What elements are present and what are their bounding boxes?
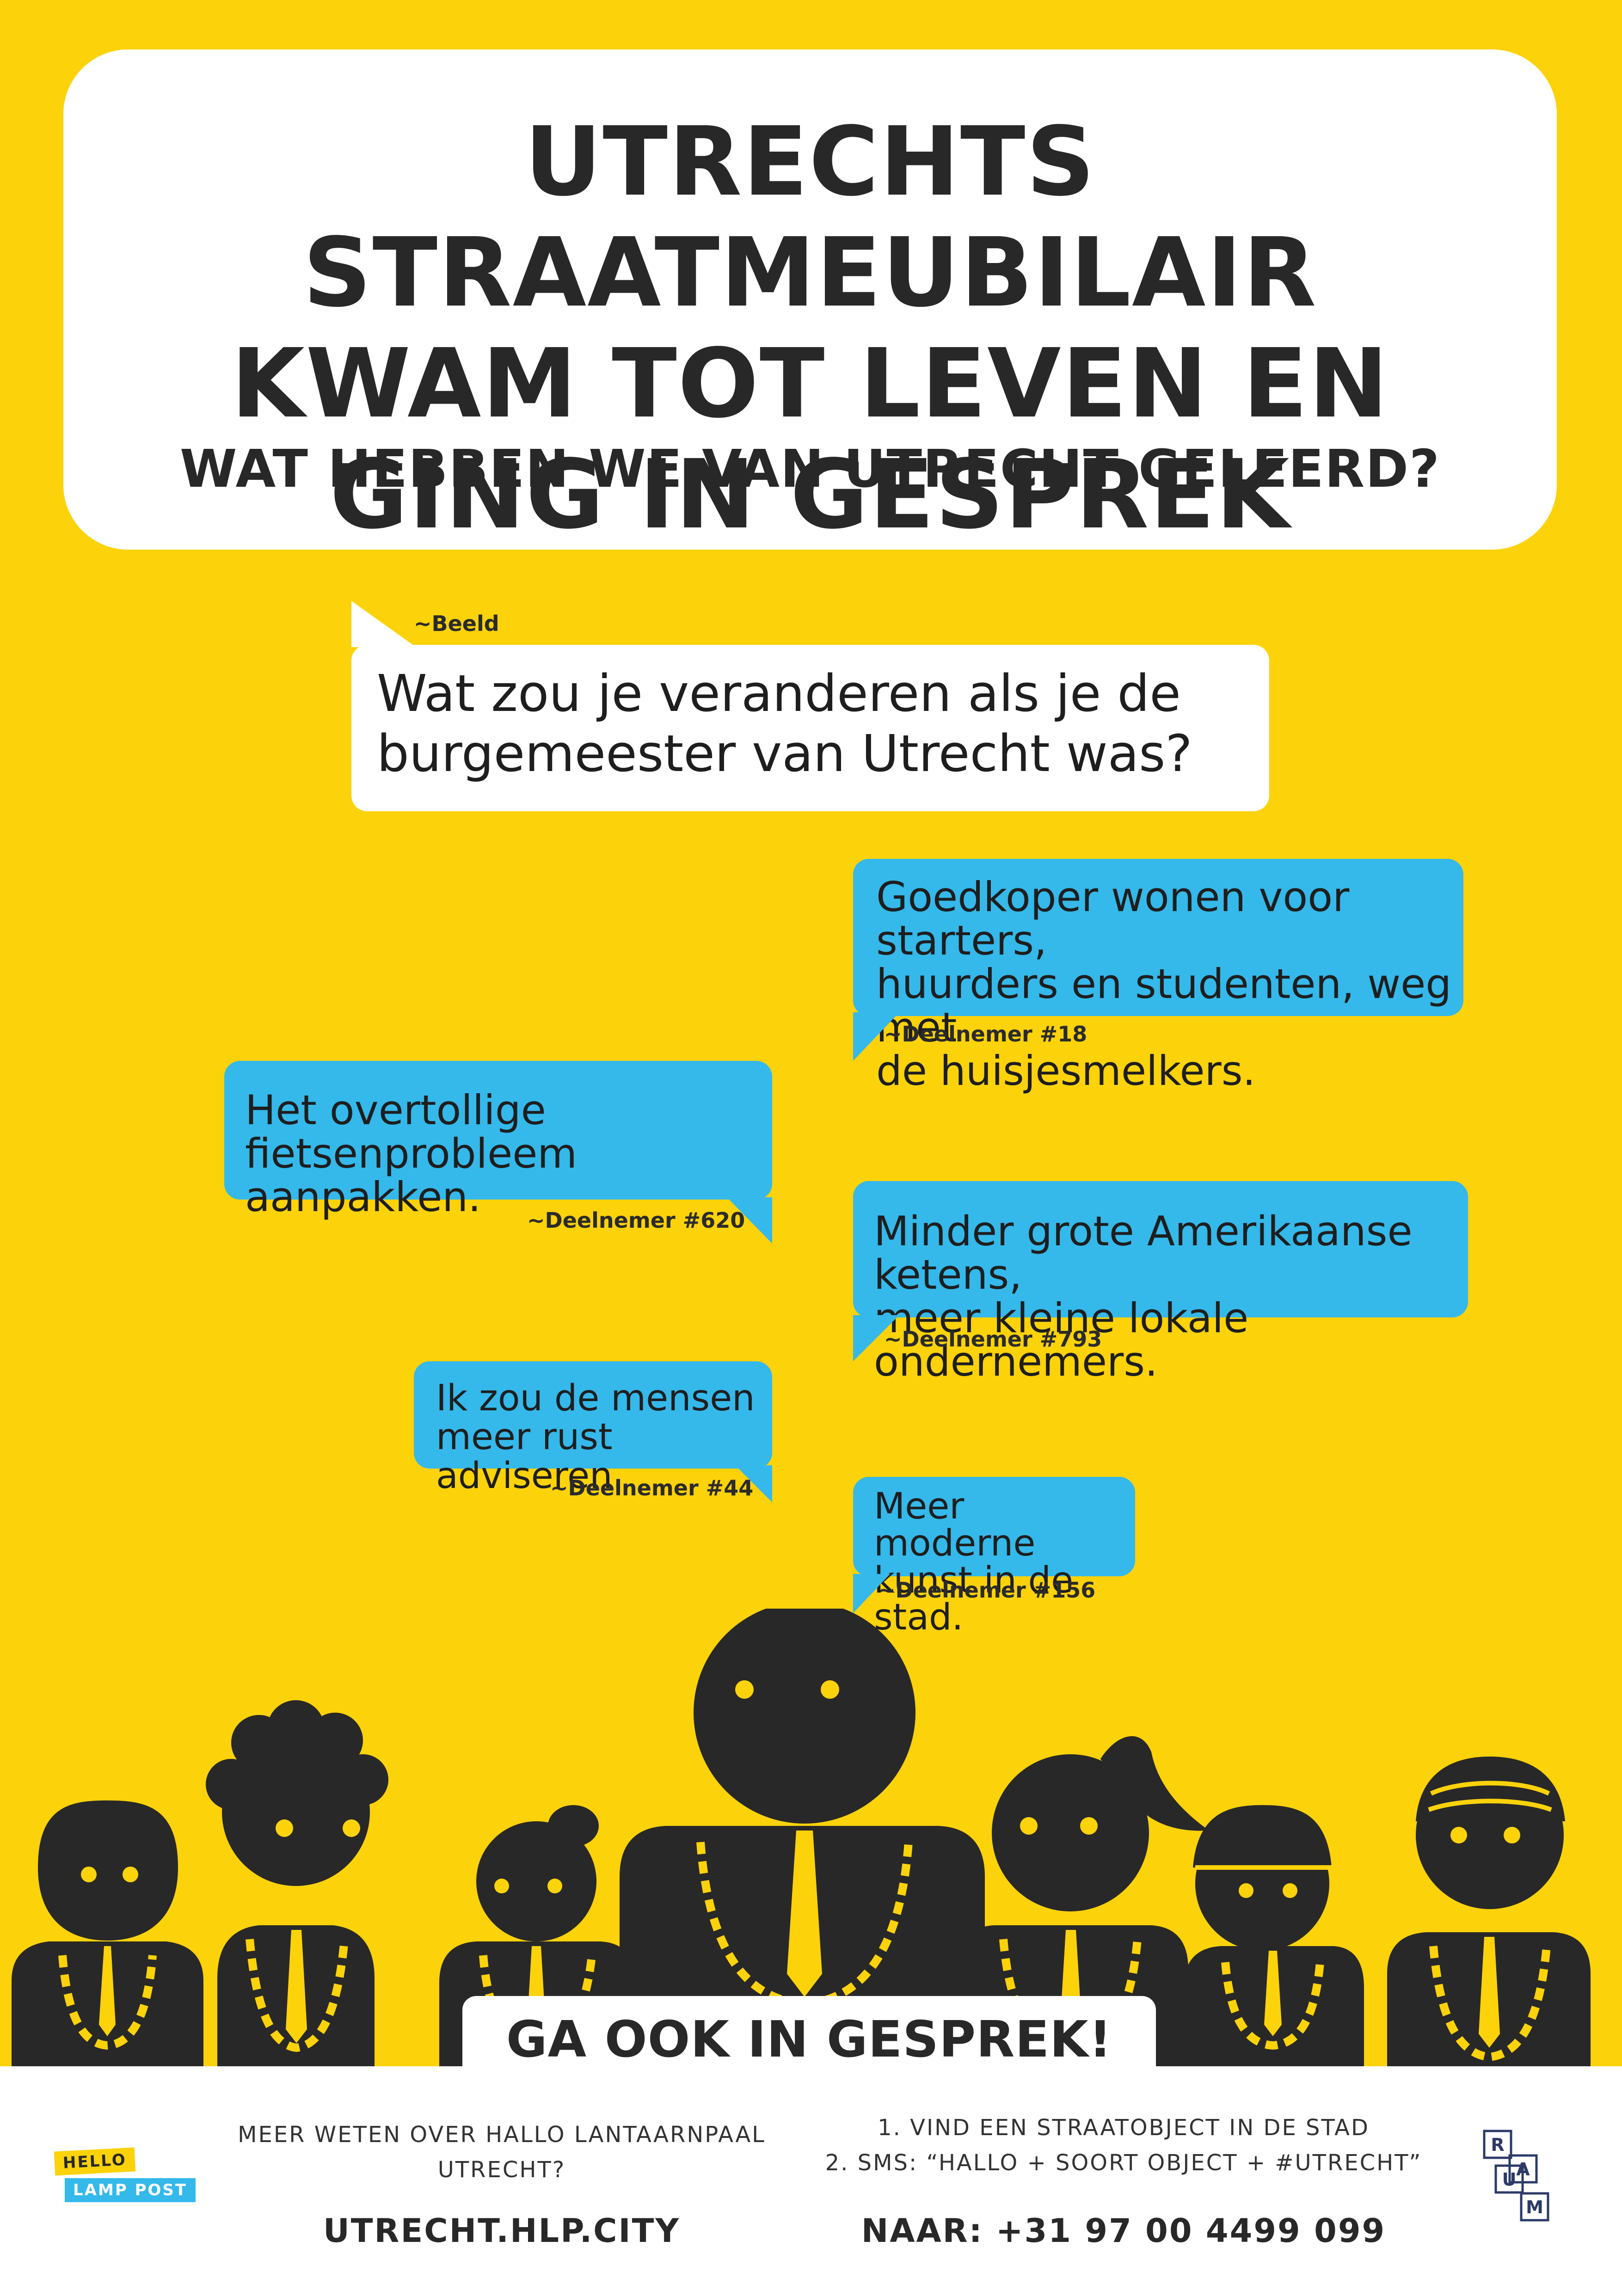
answer-signature-620: ~Deelnemer #620: [527, 1208, 745, 1233]
footer-steps: 1. VIND EEN STRAATOBJECT IN DE STAD 2. S…: [825, 2115, 1422, 2176]
question-bubble: Wat zou je veranderen als je de burgemee…: [351, 645, 1269, 811]
answer-text: Het overtollige fietsenprobleem aanpakke…: [245, 1086, 578, 1221]
footer-phone: NAAR: +31 97 00 4499 099: [861, 2212, 1386, 2250]
answer-text: Goedkoper wonen voor starters, huurders …: [876, 873, 1452, 1095]
title-line-2: KWAM TOT LEVEN EN: [231, 328, 1389, 439]
question-text: Wat zou je veranderen als je de burgemee…: [377, 664, 1192, 783]
footer-info: MEER WETEN OVER HALLO LANTAARNPAAL UTREC…: [238, 2122, 766, 2183]
raum-letter-u: U: [1502, 2169, 1517, 2190]
hello-lamppost-logo-hello: HELLO: [54, 2147, 135, 2176]
answer-bubble-44: Ik zou de mensen meer rust adviseren.: [414, 1361, 772, 1495]
answer-signature-156: ~Deelnemer #156: [878, 1578, 1096, 1603]
answer-signature-44: ~Deelnemer #44: [550, 1476, 754, 1500]
question-bubble-tail: [351, 601, 416, 647]
answer-bubble-793: Minder grote Amerikaanse ketens, meer kl…: [853, 1181, 1468, 1384]
answer-bubble-620: Het overtollige fietsenprobleem aanpakke…: [224, 1061, 772, 1219]
page-subtitle: WAT HEBBEN WE VAN UTRECHT GELEERD?: [179, 439, 1441, 499]
footer-website-link[interactable]: UTRECHT.HLP.CITY: [231, 2212, 772, 2250]
answer-signature-18: ~Deelnemer #18: [884, 1022, 1087, 1047]
raum-letter-m: M: [1526, 2197, 1543, 2217]
footer: HELLO LAMP POST MEER WETEN OVER HALLO LA…: [0, 2066, 1622, 2296]
question-author: ~Beeld: [414, 611, 499, 636]
answer-text: Minder grote Amerikaanse ketens, meer kl…: [874, 1207, 1413, 1385]
title-line-1: UTRECHTS STRAATMEUBILAIR: [303, 106, 1317, 328]
raum-letter-r: R: [1491, 2135, 1504, 2155]
raum-letter-a: A: [1516, 2159, 1530, 2180]
answer-bubble-156: Meer moderne kunst in de stad.: [853, 1477, 1135, 1636]
answer-bubble-18: Goedkoper wonen voor starters, huurders …: [853, 859, 1463, 1093]
hello-lamppost-logo-lamppost: LAMP POST: [65, 2178, 196, 2202]
answer-signature-793: ~Deelnemer #793: [884, 1327, 1102, 1352]
raum-logo: R A U M: [1483, 2130, 1549, 2222]
